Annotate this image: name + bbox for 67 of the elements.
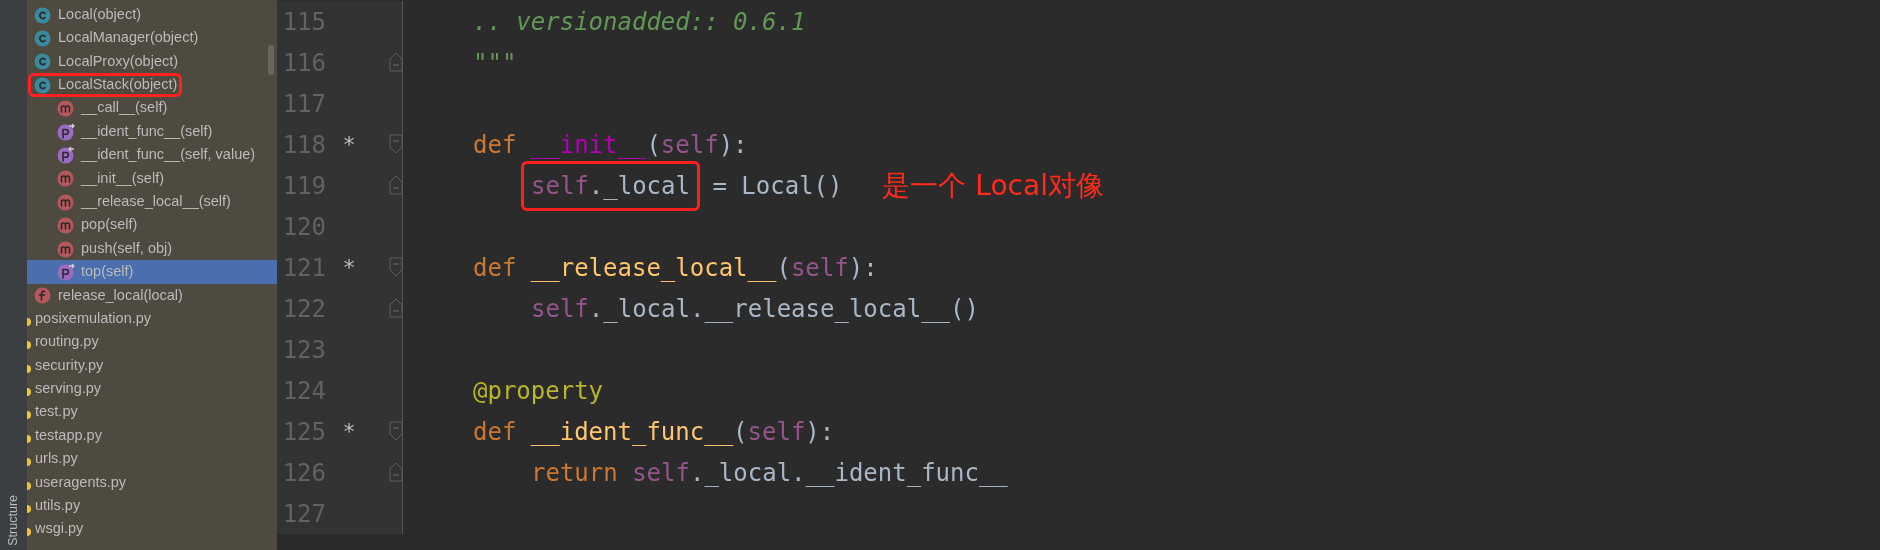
structure-item[interactable]: security.py <box>27 353 277 378</box>
structure-item[interactable]: __call__(self) <box>27 96 277 120</box>
code-line: .. versionadded:: 0.6.1 <box>473 6 806 38</box>
fold-marker-icon[interactable] <box>389 174 403 195</box>
code-line: @property <box>473 375 604 407</box>
structure-item[interactable]: top(self) <box>27 260 277 284</box>
fold-marker-icon[interactable] <box>389 461 403 482</box>
function-icon <box>34 286 53 305</box>
python-file-icon <box>27 528 31 537</box>
structure-item[interactable]: pop(self) <box>27 213 277 237</box>
structure-item[interactable]: Local(object) <box>27 3 277 27</box>
code-line: """ <box>473 47 517 79</box>
code-line: def __ident_func__(self): <box>473 416 835 448</box>
highlight-box: self._local <box>521 160 700 211</box>
override-marker[interactable]: * <box>342 415 356 448</box>
class-icon <box>34 29 53 48</box>
structure-item[interactable]: testapp.py <box>27 424 277 448</box>
fold-marker-icon[interactable] <box>389 297 403 318</box>
fold-marker-icon[interactable] <box>389 256 403 277</box>
structure-item[interactable]: push(self, obj) <box>27 236 277 261</box>
override-marker[interactable]: * <box>342 251 356 284</box>
structure-item[interactable]: posixemulation.py <box>27 307 277 331</box>
method-icon <box>57 169 76 188</box>
python-file-icon <box>27 458 31 467</box>
tool-window-tab[interactable]: Structure <box>4 495 23 546</box>
python-file-icon <box>27 317 31 326</box>
fold-marker-icon[interactable] <box>389 420 403 441</box>
code-line: self._local.__release_local__() <box>531 293 979 325</box>
code-line: return self._local.__ident_func__ <box>531 457 1008 489</box>
python-file-icon <box>27 434 31 443</box>
property-icon <box>57 122 76 141</box>
method-icon <box>57 192 76 211</box>
python-file-icon <box>27 411 31 420</box>
method-icon <box>57 99 76 118</box>
method-icon <box>57 216 76 235</box>
override-marker[interactable]: * <box>342 128 356 161</box>
annotation-note: 是一个 Local对像 <box>882 167 1104 204</box>
class-icon <box>34 75 53 94</box>
structure-item[interactable]: __init__(self) <box>27 166 277 191</box>
class-icon <box>34 52 53 71</box>
structure-item[interactable]: __release_local__(self) <box>27 190 277 214</box>
structure-item[interactable]: __ident_func__(self) <box>27 119 277 144</box>
structure-item[interactable]: routing.py <box>27 330 277 354</box>
scrollbar-thumb[interactable] <box>268 45 274 75</box>
python-file-icon <box>27 387 31 396</box>
code-line: def __release_local__(self): <box>473 252 878 284</box>
class-icon <box>34 5 53 24</box>
python-file-icon <box>27 364 31 373</box>
property-icon <box>57 146 76 165</box>
structure-item[interactable]: test.py <box>27 400 277 425</box>
structure-item[interactable]: urls.py <box>27 447 277 471</box>
structure-item[interactable]: useragents.py <box>27 470 277 495</box>
fold-marker-icon[interactable] <box>389 51 403 72</box>
fold-marker-icon[interactable] <box>389 133 403 154</box>
structure-item[interactable]: utils.py <box>27 494 277 518</box>
structure-item[interactable]: release_local(local) <box>27 283 277 308</box>
python-file-icon <box>27 481 31 490</box>
code-line: def __init__(self): <box>473 129 748 161</box>
structure-item[interactable]: LocalProxy(object) <box>27 49 277 74</box>
structure-item[interactable]: LocalManager(object) <box>27 26 277 50</box>
structure-item[interactable]: wsgi.py <box>27 517 277 541</box>
structure-item[interactable]: serving.py <box>27 377 277 401</box>
structure-item[interactable]: __ident_func__(self, value) <box>27 143 277 167</box>
python-file-icon <box>27 341 31 350</box>
method-icon <box>57 239 76 258</box>
property-icon <box>57 263 76 281</box>
python-file-icon <box>27 504 31 513</box>
